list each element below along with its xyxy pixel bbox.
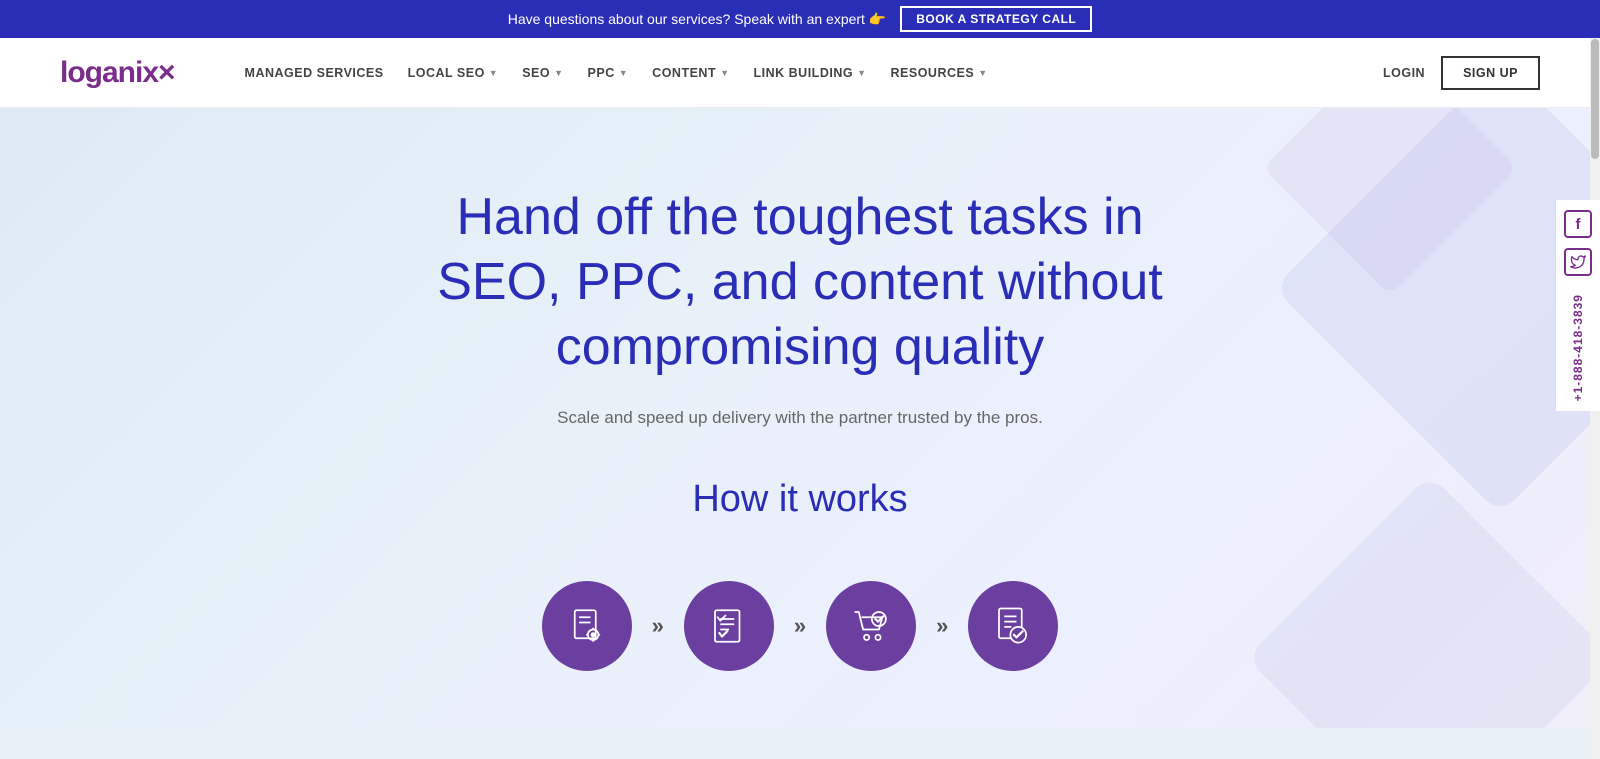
nav-label: MANAGED SERVICES — [245, 66, 384, 80]
logo-x: × — [158, 56, 175, 89]
chevron-down-icon: ▼ — [554, 68, 563, 78]
step-arrow-3: » — [936, 613, 948, 639]
side-social-bar: f +1-888-418-3839 — [1555, 200, 1600, 411]
nav-label: RESOURCES — [891, 66, 975, 80]
logo-text: loganix — [60, 56, 158, 89]
doc-check-icon — [992, 605, 1034, 647]
nav-managed-services[interactable]: MANAGED SERVICES — [235, 58, 394, 88]
top-announcement-bar: Have questions about our services? Speak… — [0, 0, 1600, 38]
chevron-down-icon: ▼ — [857, 68, 866, 78]
facebook-icon[interactable]: f — [1564, 210, 1592, 238]
cart-check-icon — [850, 605, 892, 647]
hero-subtitle: Scale and speed up delivery with the par… — [557, 408, 1043, 428]
main-navbar: loganix× MANAGED SERVICES LOCAL SEO ▼ SE… — [0, 38, 1600, 108]
step-arrow-1: » — [652, 613, 664, 639]
step-3-icon — [826, 581, 916, 671]
nav-label: LOCAL SEO — [408, 66, 485, 80]
step-4-icon — [968, 581, 1058, 671]
step-arrow-2: » — [794, 613, 806, 639]
step-1-icon — [542, 581, 632, 671]
nav-content[interactable]: CONTENT ▼ — [642, 58, 739, 88]
nav-label: SEO — [522, 66, 550, 80]
signup-button[interactable]: SIGN UP — [1441, 56, 1540, 90]
scrollbar-thumb[interactable] — [1591, 39, 1599, 159]
nav-link-building[interactable]: LINK BUILDING ▼ — [744, 58, 877, 88]
login-link[interactable]: LOGIN — [1383, 66, 1425, 80]
checklist-icon — [708, 605, 750, 647]
nav-links: MANAGED SERVICES LOCAL SEO ▼ SEO ▼ PPC ▼… — [235, 58, 1383, 88]
twitter-bird-icon — [1570, 254, 1586, 270]
chevron-down-icon: ▼ — [619, 68, 628, 78]
document-settings-icon — [566, 605, 608, 647]
nav-right: LOGIN SIGN UP — [1383, 56, 1540, 90]
decorative-diamond — [1263, 108, 1518, 295]
chevron-down-icon: ▼ — [978, 68, 987, 78]
nav-label: LINK BUILDING — [754, 66, 854, 80]
nav-ppc[interactable]: PPC ▼ — [578, 58, 639, 88]
logo[interactable]: loganix× — [60, 56, 175, 90]
steps-row: » » » — [542, 581, 1059, 671]
step-2-icon — [684, 581, 774, 671]
phone-number[interactable]: +1-888-418-3839 — [1571, 294, 1585, 401]
chevron-down-icon: ▼ — [720, 68, 729, 78]
hero-section: Hand off the toughest tasks in SEO, PPC,… — [0, 108, 1600, 728]
chevron-down-icon: ▼ — [489, 68, 498, 78]
hero-title: Hand off the toughest tasks in SEO, PPC,… — [410, 185, 1190, 380]
how-it-works-heading: How it works — [692, 478, 907, 521]
nav-resources[interactable]: RESOURCES ▼ — [881, 58, 998, 88]
nav-local-seo[interactable]: LOCAL SEO ▼ — [398, 58, 509, 88]
topbar-message: Have questions about our services? Speak… — [508, 11, 887, 28]
nav-seo[interactable]: SEO ▼ — [512, 58, 573, 88]
twitter-icon[interactable] — [1564, 248, 1592, 276]
book-strategy-call-button[interactable]: BOOK A STRATEGY CALL — [900, 6, 1092, 32]
nav-label: CONTENT — [652, 66, 716, 80]
nav-label: PPC — [588, 66, 615, 80]
facebook-label: f — [1576, 216, 1581, 233]
